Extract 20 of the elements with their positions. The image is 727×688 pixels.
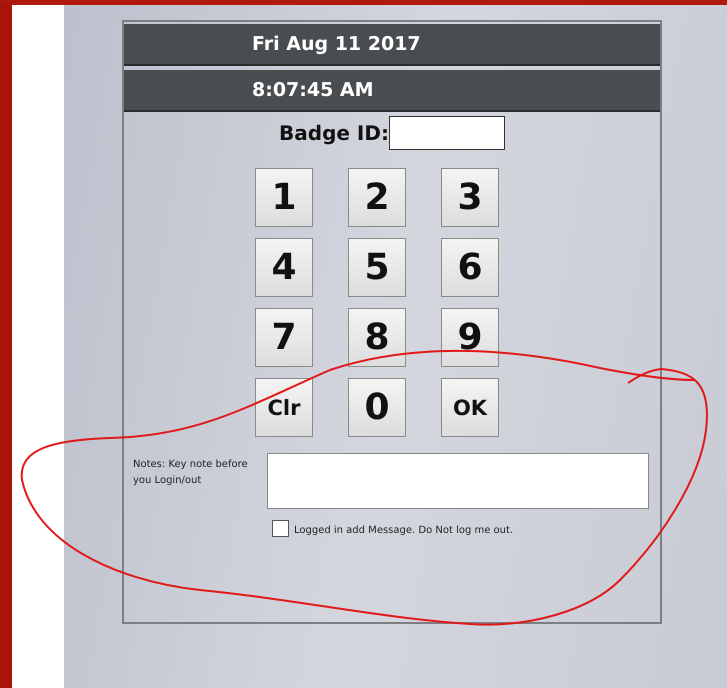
keypad-key[interactable]: OK	[441, 378, 499, 437]
badge-id-label: Badge ID:	[279, 121, 389, 145]
keypad-key[interactable]: 9	[441, 308, 499, 367]
badge-id-field[interactable]	[388, 116, 505, 150]
keypad-key[interactable]: 4	[255, 238, 313, 297]
date-label: Fri Aug 11 2017	[124, 24, 660, 66]
keypad-key[interactable]: 1	[255, 168, 313, 227]
checkbox-label: Logged in add Message. Do Not log me out.	[294, 524, 514, 536]
notes-field[interactable]	[267, 453, 649, 509]
keypad-key[interactable]: 6	[441, 238, 499, 297]
keypad-key[interactable]: 8	[348, 308, 406, 367]
keypad-key[interactable]: Clr	[255, 378, 313, 437]
keypad-key[interactable]: 3	[441, 168, 499, 227]
keypad-key[interactable]: 0	[348, 378, 406, 437]
notes-label: Notes: Key note before you Login/out	[133, 458, 249, 488]
checkbox[interactable]	[272, 520, 289, 537]
keypad-key[interactable]: 2	[348, 168, 406, 227]
keypad-key[interactable]: 7	[255, 308, 313, 367]
keypad-key[interactable]: 5	[348, 238, 406, 297]
time-label: 8:07:45 AM	[124, 70, 660, 112]
